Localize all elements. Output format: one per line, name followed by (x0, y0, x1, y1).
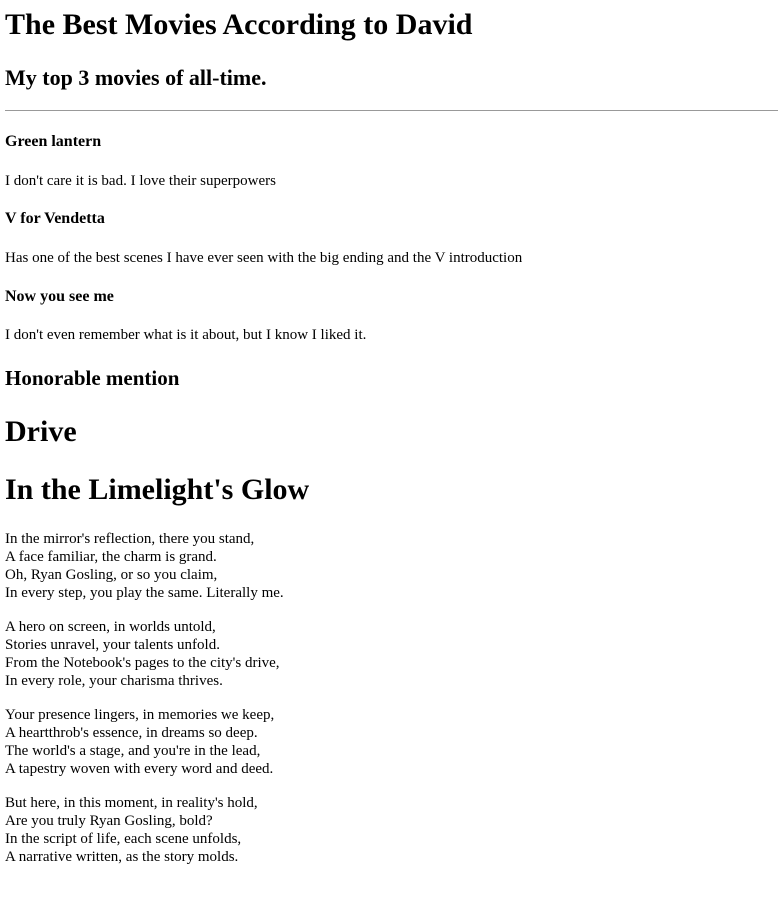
poem-stanza: Your presence lingers, in memories we ke… (5, 706, 778, 778)
poem-line: In every step, you play the same. Litera… (5, 585, 284, 601)
poem-line: Stories unravel, your talents unfold. (5, 637, 220, 653)
poem-line: A tapestry woven with every word and dee… (5, 761, 274, 777)
poem-line: In the script of life, each scene unfold… (5, 831, 242, 847)
poem-line: A heartthrob's essence, in dreams so dee… (5, 725, 258, 741)
page-title: The Best Movies According to David (5, 8, 473, 41)
poem-stanza: In the mirror's reflection, there you st… (5, 530, 778, 602)
honorable-movie: Drive (5, 415, 77, 448)
movie-title: V for Vendetta (5, 210, 105, 227)
poem-line: Are you truly Ryan Gosling, bold? (5, 813, 213, 829)
poem-line: Oh, Ryan Gosling, or so you claim, (5, 567, 218, 583)
poem-line: From the Notebook's pages to the city's … (5, 655, 280, 671)
poem-stanza: But here, in this moment, in reality's h… (5, 794, 778, 866)
divider (5, 110, 778, 111)
movie-comment: I don't even remember what is it about, … (5, 327, 367, 343)
poem-line: But here, in this moment, in reality's h… (5, 795, 258, 811)
poem-line: Your presence lingers, in memories we ke… (5, 707, 275, 723)
poem-line: A face familiar, the charm is grand. (5, 549, 217, 565)
poem-line: A narrative written, as the story molds. (5, 849, 239, 865)
poem-line: The world's a stage, and you're in the l… (5, 743, 261, 759)
poem-line: A hero on screen, in worlds untold, (5, 619, 216, 635)
movie-comment: Has one of the best scenes I have ever s… (5, 250, 523, 266)
poem-title: In the Limelight's Glow (5, 473, 310, 506)
poem: In the mirror's reflection, there you st… (5, 530, 778, 866)
movie-title: Green lantern (5, 133, 102, 150)
movie-title: Now you see me (5, 288, 114, 305)
poem-line: In every role, your charisma thrives. (5, 673, 223, 689)
poem-stanza: A hero on screen, in worlds untold, Stor… (5, 618, 778, 690)
honorable-mention-heading: Honorable mention (5, 366, 180, 390)
movie-comment: I don't care it is bad. I love their sup… (5, 173, 276, 189)
poem-line: In the mirror's reflection, there you st… (5, 531, 255, 547)
page-subtitle: My top 3 movies of all-time. (5, 65, 267, 90)
